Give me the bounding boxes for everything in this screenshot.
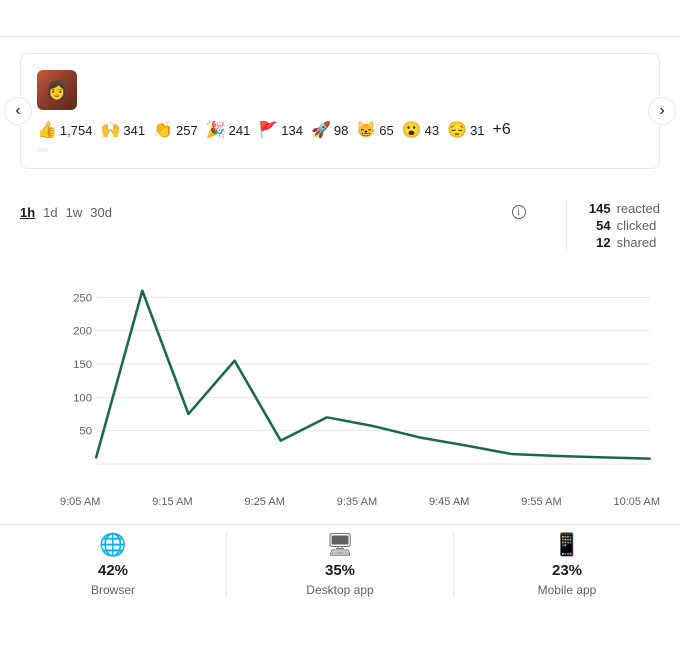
reaction-emoji: 😔 [447,120,467,140]
message-card: 👩 👍1,754🙌341👏257🎉241🚩134🚀98😸65😮43😔31+6 [20,53,660,169]
footer-pct: 42% [98,562,128,579]
activity-stats: i 145 reacted 54 clicked 12 shared [508,201,660,250]
reaction-item[interactable]: 🚀98 [311,120,348,140]
svg-text:150: 150 [73,359,92,371]
reaction-count: 43 [425,123,439,138]
metric-row: 12 shared [583,235,660,250]
x-axis-labels: 9:05 AM 9:15 AM 9:25 AM 9:35 AM 9:45 AM 9:55 … [60,496,660,508]
metric-value: 145 [583,201,611,216]
metric-label: reacted [617,201,660,216]
chart-container: 50 100 150 200 250 [60,274,660,494]
footer-pct: 35% [325,562,355,579]
metric-row: 54 clicked [583,218,660,233]
x-label: 9:55 AM [521,496,561,508]
reaction-emoji: 🚩 [258,120,278,140]
chart-area: 50 100 150 200 250 9:05 AM 9:15 AM 9:25 AM 9:35… [0,262,680,516]
reaction-item[interactable]: 🙌341 [100,120,145,140]
reaction-count: 65 [379,123,393,138]
footer-icon: 🖥 [326,532,354,558]
tags-row [37,148,643,152]
reaction-item[interactable]: 👍1,754 [37,120,92,140]
footer-icon: 🌐 [99,532,126,558]
time-filter-30d[interactable]: 30d [90,205,112,220]
reaction-emoji: 😮 [402,120,422,140]
footer-item-desktop-app: 🖥 35% Desktop app [227,532,454,597]
footer: 🌐 42% Browser 🖥 35% Desktop app 📱 23% Mo… [0,524,680,604]
reaction-more: +6 [493,121,511,139]
footer-item-mobile-app: 📱 23% Mobile app [454,532,680,597]
message-header: 👩 [37,70,643,110]
modal-header [0,0,680,37]
tag-announcements[interactable] [37,148,49,152]
info-icon[interactable]: i [512,205,526,219]
viewers-count-block: i [508,201,526,219]
metric-value: 54 [583,218,611,233]
viewers-label: i [508,205,526,219]
footer-icon: 📱 [553,532,580,558]
svg-text:200: 200 [73,326,92,338]
reaction-item[interactable]: 😔31 [447,120,484,140]
close-button[interactable] [652,16,660,24]
reaction-count: 341 [123,123,145,138]
footer-label: Browser [91,583,135,597]
reaction-emoji: 👏 [153,120,173,140]
activity-header: 1h 1d 1w 30d i 145 reacted 54 clicked 12 shared [20,201,660,250]
reaction-count: 1,754 [60,123,93,138]
metric-label: clicked [617,218,657,233]
avatar: 👩 [37,70,77,110]
time-filter-1h[interactable]: 1h [20,205,35,220]
x-label: 9:35 AM [337,496,377,508]
footer-label: Mobile app [538,583,597,597]
next-arrow[interactable]: › [648,97,676,125]
svg-text:250: 250 [73,292,92,304]
reaction-emoji: 😸 [356,120,376,140]
metric-value: 12 [583,235,611,250]
reaction-count: 241 [229,123,251,138]
activity-metrics: 145 reacted 54 clicked 12 shared [583,201,660,250]
reaction-emoji: 🎉 [206,120,226,140]
reaction-item[interactable]: 😮43 [402,120,439,140]
reaction-count: 257 [176,123,198,138]
reaction-count: 134 [281,123,303,138]
reaction-item[interactable]: 😸65 [356,120,393,140]
activity-section: 1h 1d 1w 30d i 145 reacted 54 clicked 12 shared [0,185,680,262]
reaction-emoji: 🚀 [311,120,331,140]
svg-text:50: 50 [79,426,92,438]
metric-row: 145 reacted [583,201,660,216]
prev-arrow[interactable]: ‹ [4,97,32,125]
vertical-divider [566,201,567,250]
metric-label: shared [617,235,657,250]
svg-text:100: 100 [73,392,92,404]
chart-svg: 50 100 150 200 250 [60,274,660,494]
avatar-image: 👩 [37,70,77,110]
reaction-item[interactable]: 🚩134 [258,120,303,140]
footer-label: Desktop app [306,583,373,597]
reaction-emoji: 🙌 [100,120,120,140]
message-card-wrapper: ‹ 👩 👍1,754🙌341👏257🎉241🚩134🚀98😸65😮43😔31+6… [0,37,680,185]
reaction-item[interactable]: 👏257 [153,120,198,140]
reaction-item[interactable]: 🎉241 [206,120,251,140]
time-filter-1w[interactable]: 1w [66,205,83,220]
reaction-count: 98 [334,123,348,138]
footer-item-browser: 🌐 42% Browser [0,532,227,597]
x-label: 10:05 AM [614,496,660,508]
reaction-count: 31 [470,123,484,138]
reaction-emoji: 👍 [37,120,57,140]
reaction-item[interactable]: +6 [493,121,511,139]
activity-title-block: 1h 1d 1w 30d [20,201,112,220]
x-label: 9:05 AM [60,496,100,508]
time-filter-1d[interactable]: 1d [43,205,57,220]
message-meta [87,70,643,87]
reactions-row: 👍1,754🙌341👏257🎉241🚩134🚀98😸65😮43😔31+6 [37,120,643,140]
x-label: 9:45 AM [429,496,469,508]
time-filters: 1h 1d 1w 30d [20,205,112,220]
x-label: 9:15 AM [152,496,192,508]
x-label: 9:25 AM [245,496,285,508]
footer-pct: 23% [552,562,582,579]
